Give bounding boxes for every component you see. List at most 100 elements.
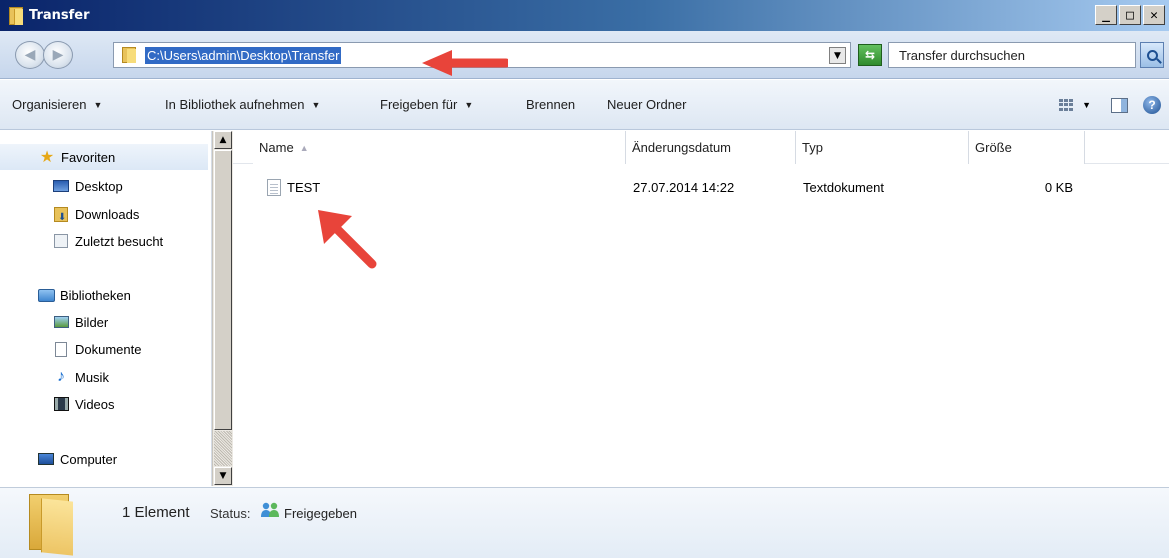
column-header-name[interactable]: Name ▲ bbox=[253, 131, 626, 164]
sidebar-item-favorites[interactable]: ★ Favoriten bbox=[0, 144, 208, 170]
sidebar-item-downloads[interactable]: ⬇ Downloads bbox=[52, 203, 139, 225]
include-in-library-menu[interactable]: In Bibliothek aufnehmen ▼ bbox=[165, 80, 320, 129]
burn-label: Brennen bbox=[526, 97, 576, 112]
file-size-cell: 0 KB bbox=[1044, 179, 1073, 195]
arrow-left-icon: ◀ bbox=[24, 47, 36, 63]
close-button[interactable]: ✕ bbox=[1143, 5, 1165, 25]
help-icon[interactable]: ? bbox=[1143, 96, 1161, 114]
navigation-buttons: ◀ ▶ bbox=[15, 41, 95, 69]
chevron-down-icon: ▼ bbox=[93, 99, 103, 110]
preview-pane-icon[interactable] bbox=[1111, 97, 1128, 113]
burn-button[interactable]: Brennen bbox=[526, 80, 575, 129]
sidebar-item-documents[interactable]: Dokumente bbox=[52, 338, 141, 360]
command-toolbar: Organisieren ▼ In Bibliothek aufnehmen ▼ F… bbox=[0, 80, 1169, 130]
star-icon: ★ bbox=[39, 149, 55, 166]
pictures-icon bbox=[52, 314, 70, 330]
text-file-icon bbox=[267, 178, 281, 196]
search-placeholder: Transfer durchsuchen bbox=[899, 47, 1025, 63]
column-header-size[interactable]: Größe bbox=[969, 131, 1085, 164]
chevron-down-icon: ▼ bbox=[311, 99, 321, 110]
sidebar-item-pictures[interactable]: Bilder bbox=[52, 311, 108, 333]
sidebar-item-label: Musik bbox=[75, 369, 109, 385]
column-header-type[interactable]: Typ bbox=[796, 131, 969, 164]
sidebar-item-label: Favoriten bbox=[61, 149, 116, 165]
share-with-label: Freigeben für bbox=[380, 97, 458, 112]
navigation-pane: ★ Favoriten Desktop ⬇ Downloads Zuletzt … bbox=[0, 131, 212, 486]
desktop-icon bbox=[52, 178, 70, 194]
sidebar-item-desktop[interactable]: Desktop bbox=[52, 175, 123, 197]
status-bar: 1 Element Status: Freigegeben bbox=[0, 487, 1169, 558]
search-input[interactable]: Transfer durchsuchen bbox=[888, 42, 1136, 68]
chevron-up-icon: ▲ bbox=[219, 135, 227, 145]
music-icon: ♪ bbox=[57, 368, 65, 385]
view-dropdown-chevron-icon[interactable]: ▼ bbox=[1082, 100, 1091, 110]
change-view-icon[interactable] bbox=[1059, 99, 1074, 111]
sidebar-item-label: Desktop bbox=[75, 178, 123, 194]
recent-places-icon bbox=[52, 233, 70, 249]
scroll-down-button[interactable]: ▼ bbox=[214, 467, 232, 485]
refresh-icon: ⇆ bbox=[864, 48, 876, 62]
file-list-pane: Name ▲ Änderungsdatum Typ Größe TEST 27.0… bbox=[233, 131, 1169, 486]
file-name-cell: TEST bbox=[267, 176, 320, 198]
window-title: Transfer bbox=[29, 8, 90, 23]
organize-menu[interactable]: Organisieren ▼ bbox=[12, 80, 102, 129]
address-input[interactable]: C:\Users\admin\Desktop\Transfer ▼ bbox=[113, 42, 851, 68]
refresh-button[interactable]: ⇆ bbox=[858, 44, 882, 66]
chevron-down-icon: ▼ bbox=[834, 50, 841, 61]
sidebar-item-label: Bibliotheken bbox=[60, 287, 131, 303]
include-in-library-label: In Bibliothek aufnehmen bbox=[165, 97, 305, 112]
forward-button[interactable]: ▶ bbox=[43, 41, 73, 69]
scroll-thumb[interactable] bbox=[214, 150, 232, 430]
file-type-cell: Textdokument bbox=[803, 179, 884, 195]
sidebar-item-libraries[interactable]: Bibliotheken bbox=[37, 284, 131, 306]
address-path[interactable]: C:\Users\admin\Desktop\Transfer bbox=[145, 46, 342, 64]
shared-users-icon bbox=[261, 502, 279, 517]
sidebar-scrollbar[interactable]: ▲ ▼ bbox=[212, 131, 233, 486]
sidebar-item-label: Computer bbox=[60, 451, 118, 467]
share-with-menu[interactable]: Freigeben für ▼ bbox=[380, 80, 473, 129]
videos-icon bbox=[52, 396, 70, 412]
address-bar-row: ◀ ▶ C:\Users\admin\Desktop\Transfer ▼ ⇆ … bbox=[0, 31, 1169, 79]
search-button[interactable] bbox=[1140, 42, 1164, 68]
minimize-button[interactable]: _ bbox=[1095, 5, 1117, 25]
computer-icon bbox=[37, 451, 55, 467]
status-label: Status: bbox=[210, 506, 251, 521]
column-header-label: Typ bbox=[802, 140, 823, 155]
search-icon bbox=[1146, 49, 1158, 61]
sidebar-item-label: Dokumente bbox=[75, 341, 142, 357]
window-controls: _ □ ✕ bbox=[1095, 5, 1165, 25]
folder-icon bbox=[122, 47, 138, 63]
sidebar-item-label: Videos bbox=[75, 396, 115, 412]
sort-ascending-icon: ▲ bbox=[299, 142, 309, 153]
scroll-track[interactable] bbox=[214, 431, 232, 466]
sidebar-item-label: Bilder bbox=[75, 314, 109, 330]
sidebar-item-music[interactable]: ♪ Musik bbox=[52, 366, 109, 388]
organize-label: Organisieren bbox=[12, 97, 87, 112]
sidebar-item-videos[interactable]: Videos bbox=[52, 393, 115, 415]
documents-icon bbox=[52, 341, 70, 357]
status-value: Freigegeben bbox=[284, 506, 357, 521]
file-date-cell: 27.07.2014 14:22 bbox=[633, 179, 735, 195]
table-row[interactable]: TEST 27.07.2014 14:22 Textdokument 0 KB bbox=[233, 176, 1169, 198]
folder-icon bbox=[23, 494, 75, 556]
new-folder-label: Neuer Ordner bbox=[607, 97, 687, 112]
folder-icon bbox=[9, 6, 23, 25]
downloads-icon: ⬇ bbox=[52, 206, 70, 222]
sidebar-item-computer[interactable]: Computer bbox=[37, 448, 117, 470]
maximize-button[interactable]: □ bbox=[1119, 5, 1141, 25]
new-folder-button[interactable]: Neuer Ordner bbox=[607, 80, 686, 129]
back-button[interactable]: ◀ bbox=[15, 41, 45, 69]
column-header-date[interactable]: Änderungsdatum bbox=[626, 131, 796, 164]
scroll-up-button[interactable]: ▲ bbox=[214, 131, 232, 149]
sidebar-item-recent-places[interactable]: Zuletzt besucht bbox=[52, 230, 163, 252]
libraries-icon bbox=[37, 287, 55, 303]
file-name: TEST bbox=[287, 179, 321, 195]
column-header-label: Änderungsdatum bbox=[632, 140, 732, 155]
column-header-label: Name bbox=[259, 140, 294, 155]
sidebar-item-label: Downloads bbox=[75, 206, 140, 222]
address-history-dropdown[interactable]: ▼ bbox=[829, 47, 846, 64]
arrow-right-icon: ▶ bbox=[52, 47, 64, 63]
column-header-label: Größe bbox=[975, 140, 1012, 155]
chevron-down-icon: ▼ bbox=[219, 471, 227, 481]
sidebar-item-label: Zuletzt besucht bbox=[75, 233, 164, 249]
